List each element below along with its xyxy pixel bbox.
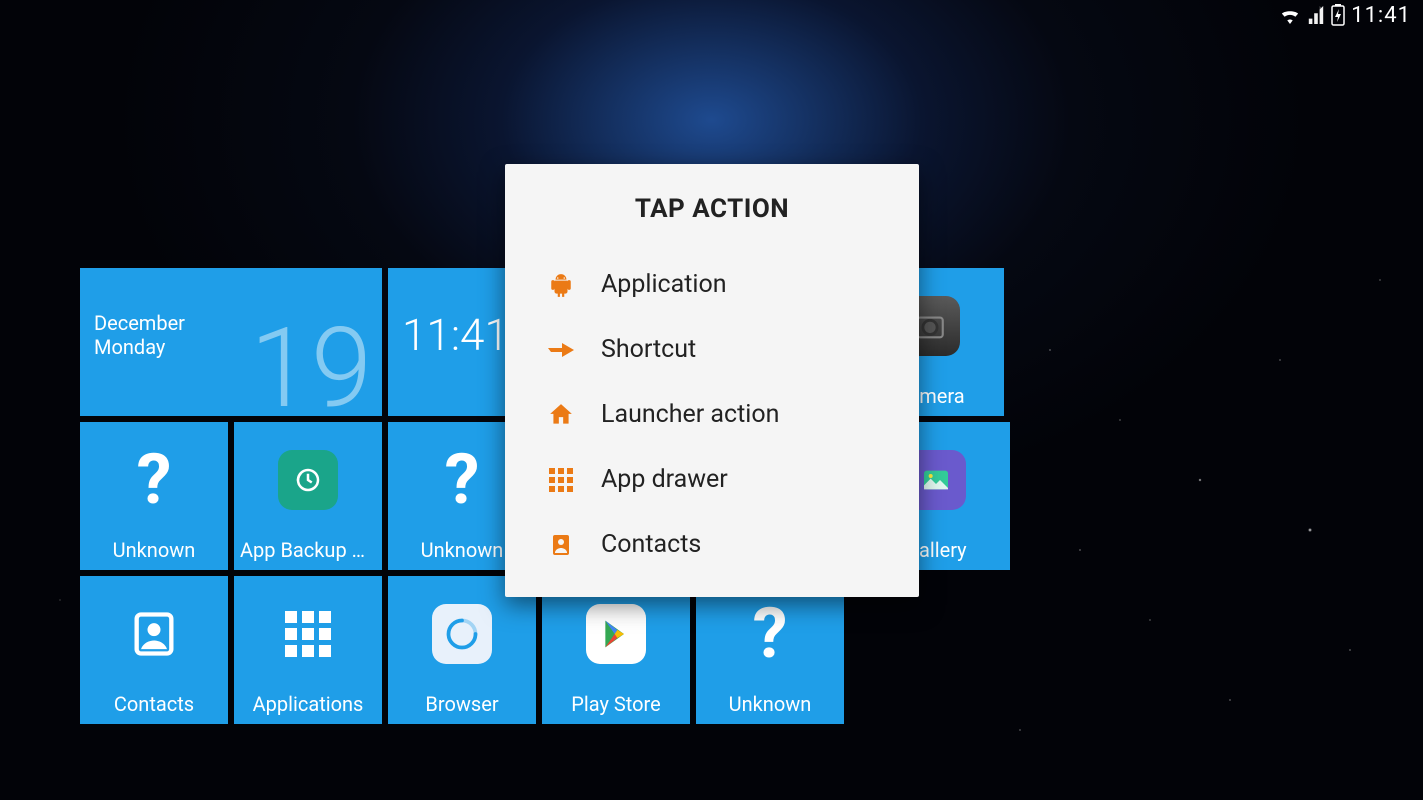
tile-label: Unknown xyxy=(415,538,510,562)
tile-play-store[interactable]: Play Store xyxy=(542,576,690,724)
battery-charging-icon xyxy=(1331,4,1345,26)
play-store-icon xyxy=(586,604,646,664)
date-tile[interactable]: December Monday 19 xyxy=(80,268,382,416)
question-icon: ? xyxy=(753,593,788,675)
tile-label: Unknown xyxy=(723,692,818,716)
question-icon: ? xyxy=(137,439,172,521)
dialog-item-shortcut[interactable]: Shortcut xyxy=(505,317,919,382)
cellular-icon xyxy=(1307,6,1325,24)
date-weekday: Monday xyxy=(94,335,185,359)
date-month: December xyxy=(94,311,185,335)
status-time: 11:41 xyxy=(1351,3,1411,28)
dialog-title: TAP ACTION xyxy=(505,194,919,224)
dialog-item-app-drawer[interactable]: App drawer xyxy=(505,447,919,512)
arrow-right-icon xyxy=(547,336,575,364)
tile-label: App Backup & ... xyxy=(234,538,382,562)
dialog-item-contacts[interactable]: Contacts xyxy=(505,512,919,577)
app-drawer-icon xyxy=(547,466,575,494)
tile-unknown[interactable]: ? Unknown xyxy=(80,422,228,570)
clock-time: 11:41 xyxy=(402,313,509,357)
tile-applications[interactable]: Applications xyxy=(234,576,382,724)
home-icon xyxy=(547,401,575,429)
tile-label: Contacts xyxy=(108,692,200,716)
tile-label: Unknown xyxy=(107,538,202,562)
apps-grid-icon xyxy=(285,576,331,692)
wifi-icon xyxy=(1279,6,1301,24)
tile-label: Applications xyxy=(247,692,370,716)
android-icon xyxy=(547,271,575,299)
tile-contacts[interactable]: Contacts xyxy=(80,576,228,724)
question-icon: ? xyxy=(445,439,480,521)
status-bar: 11:41 xyxy=(0,0,1423,30)
contacts-icon xyxy=(547,531,575,559)
tile-label: Browser xyxy=(419,692,504,716)
tile-browser[interactable]: Browser xyxy=(388,576,536,724)
contacts-icon xyxy=(128,576,180,692)
dialog-item-label: Contacts xyxy=(601,530,701,559)
tile-unknown[interactable]: ? Unknown xyxy=(696,576,844,724)
dialog-item-label: Shortcut xyxy=(601,335,696,364)
tap-action-dialog: TAP ACTION Application Shortcut Launcher… xyxy=(505,164,919,597)
dialog-item-launcher-action[interactable]: Launcher action xyxy=(505,382,919,447)
date-day-number: 19 xyxy=(250,314,372,424)
tile-app-backup[interactable]: App Backup & ... xyxy=(234,422,382,570)
dialog-item-label: Application xyxy=(601,270,727,299)
tile-label: Play Store xyxy=(565,692,666,716)
browser-icon xyxy=(432,604,492,664)
dialog-item-label: Launcher action xyxy=(601,400,779,429)
backup-icon xyxy=(278,450,338,510)
dialog-item-label: App drawer xyxy=(601,465,728,494)
dialog-item-application[interactable]: Application xyxy=(505,252,919,317)
